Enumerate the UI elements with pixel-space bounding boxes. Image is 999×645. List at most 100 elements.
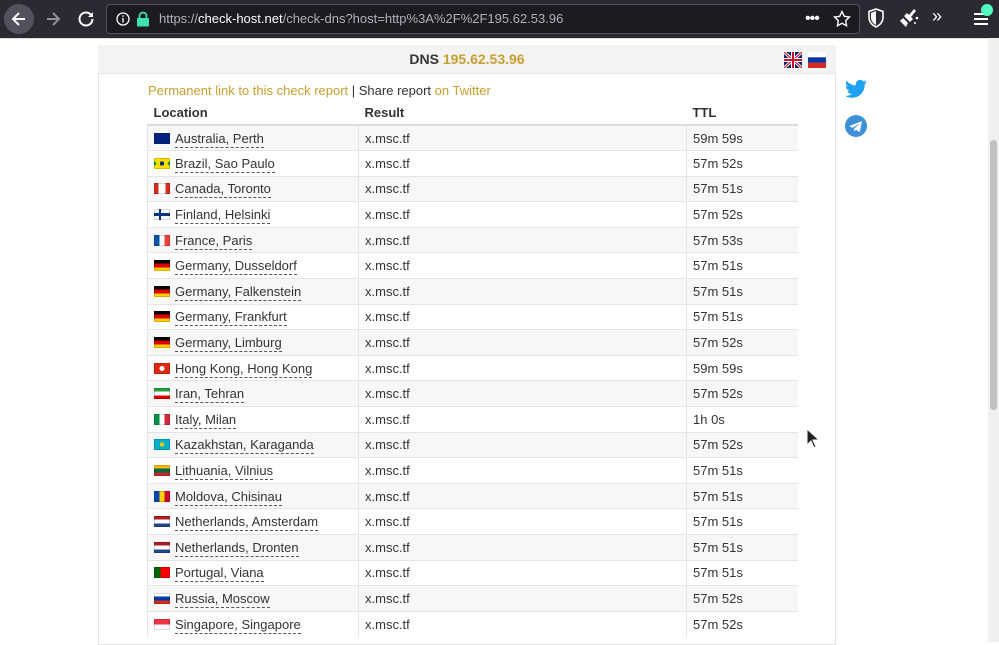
- location-cell: Germany, Dusseldorf: [147, 252, 359, 279]
- location-cell: Brazil, Sao Paulo: [147, 150, 359, 177]
- twitter-icon[interactable]: [845, 79, 867, 99]
- english-flag-icon[interactable]: [784, 52, 802, 68]
- location-cell: Portugal, Viana: [147, 559, 359, 586]
- location-link[interactable]: Netherlands, Amsterdam: [175, 514, 319, 532]
- location-link[interactable]: Portugal, Viana: [175, 565, 264, 583]
- broom-icon[interactable]: [899, 5, 921, 31]
- info-icon[interactable]: [116, 12, 130, 26]
- location-link[interactable]: Hong Kong, Hong Kong: [175, 360, 313, 378]
- location-link[interactable]: Brazil, Sao Paulo: [175, 155, 275, 173]
- flag-lt-icon: [154, 465, 170, 477]
- result-cell: x.msc.tf: [358, 406, 687, 433]
- checked-host[interactable]: 195.62.53.96: [443, 51, 525, 67]
- location-link[interactable]: Singapore, Singapore: [175, 616, 301, 634]
- location-cell: Netherlands, Amsterdam: [147, 508, 359, 535]
- result-cell: x.msc.tf: [358, 457, 687, 484]
- location-link[interactable]: France, Paris: [175, 232, 253, 250]
- result-cell: x.msc.tf: [358, 559, 687, 586]
- shield-icon[interactable]: [867, 5, 885, 31]
- ttl-cell: 57m 52s: [686, 431, 798, 458]
- table-row: Italy, Milan x.msc.tf 1h 0s: [147, 406, 798, 433]
- flag-de-icon: [154, 311, 170, 323]
- location-cell: Russia, Moscow: [147, 585, 359, 612]
- link-separator: |: [348, 83, 359, 98]
- result-cell: x.msc.tf: [358, 252, 687, 279]
- permanent-link[interactable]: Permanent link to this check report: [148, 83, 348, 98]
- ttl-cell: 57m 53s: [686, 226, 798, 253]
- url-bar[interactable]: https://check-host.net/check-dns?host=ht…: [106, 4, 860, 34]
- chevron-double-right-icon[interactable]: »: [932, 6, 942, 27]
- location-link[interactable]: Netherlands, Dronten: [175, 539, 299, 557]
- table-row: Australia, Perth x.msc.tf 59m 59s: [147, 124, 798, 151]
- location-link[interactable]: Russia, Moscow: [175, 590, 270, 608]
- panel-header: DNS 195.62.53.96: [98, 45, 836, 74]
- table-row: Portugal, Viana x.msc.tf 57m 51s: [147, 559, 798, 586]
- flag-kz-icon: [154, 439, 170, 451]
- page-title: DNS 195.62.53.96: [409, 51, 525, 67]
- reload-icon: [78, 11, 94, 27]
- location-link[interactable]: Canada, Toronto: [175, 181, 271, 199]
- table-row: Lithuania, Vilnius x.msc.tf 57m 51s: [147, 457, 798, 484]
- ttl-cell: 57m 52s: [686, 585, 798, 612]
- flag-de-icon: [154, 260, 170, 272]
- column-header-ttl: TTL: [686, 101, 798, 126]
- telegram-icon[interactable]: [845, 115, 867, 137]
- flag-md-icon: [154, 490, 170, 502]
- location-link[interactable]: Germany, Frankfurt: [175, 309, 287, 327]
- url-text[interactable]: https://check-host.net/check-dns?host=ht…: [159, 11, 563, 26]
- location-link[interactable]: Iran, Tehran: [175, 386, 245, 404]
- location-cell: France, Paris: [147, 226, 359, 253]
- lock-icon[interactable]: [136, 11, 150, 27]
- location-cell: Kazakhstan, Karaganda: [147, 431, 359, 458]
- location-cell: Canada, Toronto: [147, 175, 359, 202]
- result-cell: x.msc.tf: [358, 329, 687, 356]
- flag-pt-icon: [154, 567, 170, 579]
- ttl-cell: 57m 52s: [686, 150, 798, 177]
- flag-de-icon: [154, 285, 170, 297]
- result-cell: x.msc.tf: [358, 508, 687, 535]
- flag-ru-icon: [154, 592, 170, 604]
- location-link[interactable]: Moldova, Chisinau: [175, 488, 282, 506]
- reload-button[interactable]: [71, 4, 101, 34]
- ttl-cell: 57m 51s: [686, 175, 798, 202]
- ttl-cell: 59m 59s: [686, 354, 798, 381]
- location-link[interactable]: Kazakhstan, Karaganda: [175, 437, 314, 455]
- location-link[interactable]: Finland, Helsinki: [175, 207, 271, 225]
- more-actions-icon[interactable]: •••: [805, 10, 820, 28]
- ttl-cell: 57m 51s: [686, 559, 798, 586]
- location-link[interactable]: Lithuania, Vilnius: [175, 463, 274, 481]
- ttl-cell: 57m 51s: [686, 508, 798, 535]
- location-link[interactable]: Australia, Perth: [175, 130, 264, 148]
- location-link[interactable]: Germany, Falkenstein: [175, 283, 302, 301]
- dns-results-table: Location Result TTL Australia, Perth x.ms…: [147, 101, 798, 637]
- table-row: Hong Kong, Hong Kong x.msc.tf 59m 59s: [147, 354, 798, 381]
- location-link[interactable]: Italy, Milan: [175, 411, 237, 429]
- location-cell: Netherlands, Dronten: [147, 534, 359, 561]
- result-cell: x.msc.tf: [358, 610, 687, 637]
- ttl-cell: 57m 51s: [686, 457, 798, 484]
- location-cell: Hong Kong, Hong Kong: [147, 354, 359, 381]
- share-twitter-link[interactable]: on Twitter: [435, 83, 491, 98]
- result-cell: x.msc.tf: [358, 354, 687, 381]
- location-link[interactable]: Germany, Dusseldorf: [175, 258, 297, 276]
- table-row: Brazil, Sao Paulo x.msc.tf 57m 52s: [147, 150, 798, 177]
- back-button[interactable]: [4, 4, 34, 34]
- location-link[interactable]: Germany, Limburg: [175, 335, 282, 353]
- forward-button[interactable]: [38, 4, 68, 34]
- scrollbar-thumb[interactable]: [990, 140, 997, 410]
- table-row: France, Paris x.msc.tf 57m 53s: [147, 226, 798, 253]
- ttl-cell: 57m 51s: [686, 252, 798, 279]
- table-row: Germany, Dusseldorf x.msc.tf 57m 51s: [147, 252, 798, 279]
- table-row: Singapore, Singapore x.msc.tf 57m 52s: [147, 610, 798, 637]
- table-row: Netherlands, Amsterdam x.msc.tf 57m 51s: [147, 508, 798, 535]
- russian-flag-icon[interactable]: [808, 52, 826, 68]
- flag-fr-icon: [154, 234, 170, 246]
- location-cell: Finland, Helsinki: [147, 201, 359, 228]
- location-cell: Moldova, Chisinau: [147, 482, 359, 509]
- result-cell: x.msc.tf: [358, 124, 687, 151]
- location-cell: Lithuania, Vilnius: [147, 457, 359, 484]
- location-cell: Germany, Falkenstein: [147, 278, 359, 305]
- result-cell: x.msc.tf: [358, 226, 687, 253]
- bookmark-star-icon[interactable]: [833, 10, 851, 28]
- flag-br-icon: [154, 157, 170, 169]
